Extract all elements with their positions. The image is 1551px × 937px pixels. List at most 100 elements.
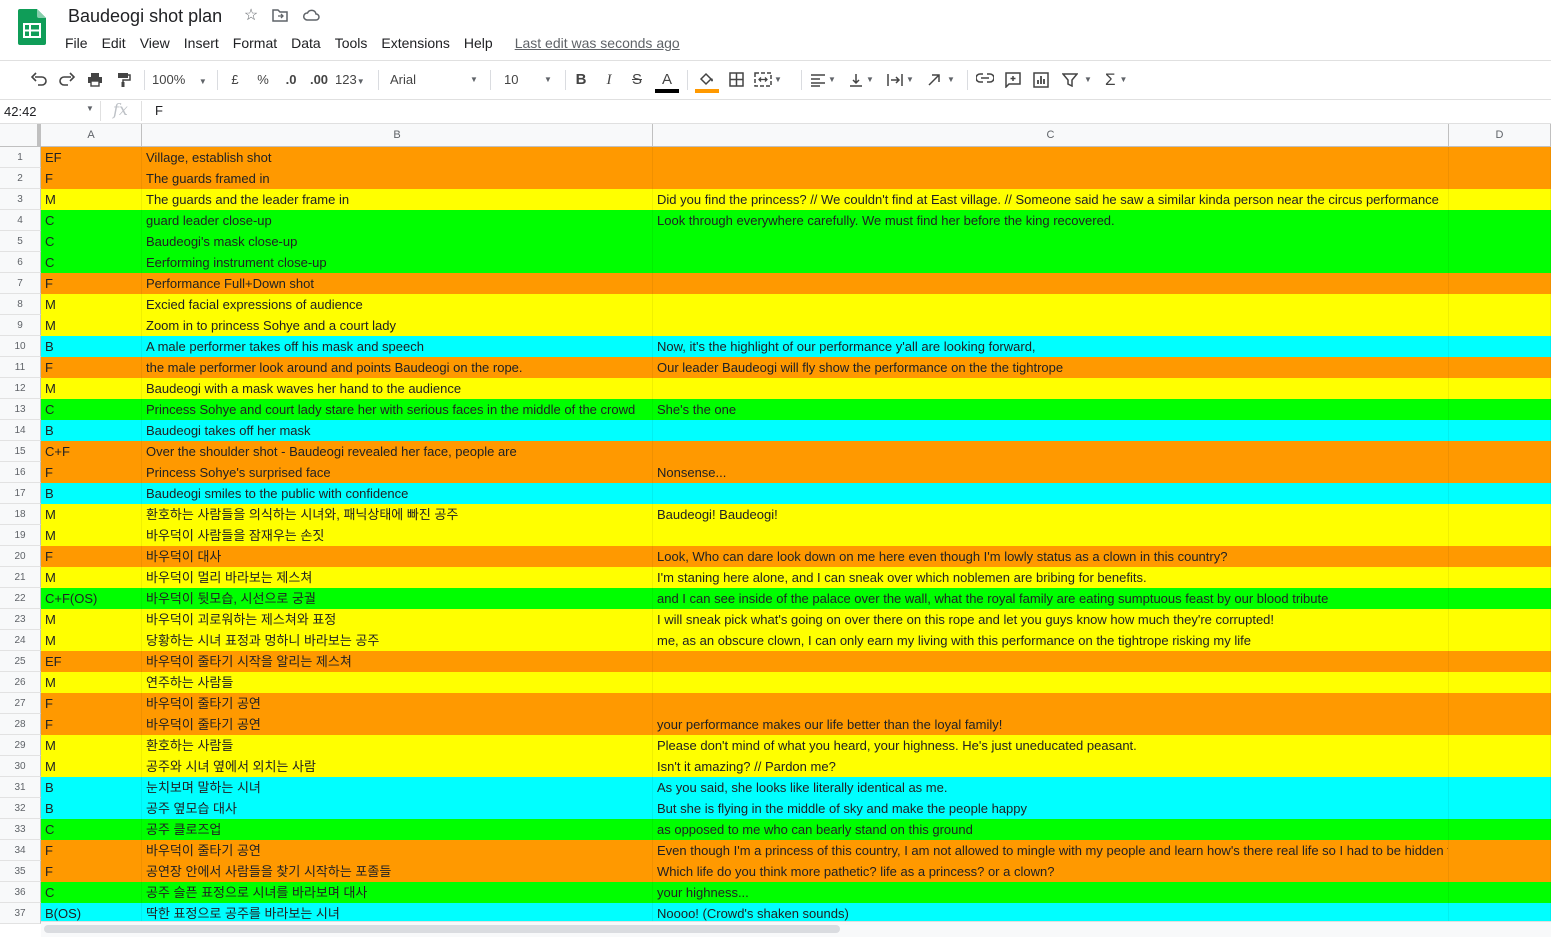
- paint-format-icon[interactable]: [113, 69, 135, 91]
- cell-b[interactable]: Baudeogi with a mask waves her hand to t…: [142, 378, 653, 399]
- cell-a[interactable]: C: [41, 210, 142, 231]
- cell-d[interactable]: [1449, 672, 1551, 693]
- cell-d[interactable]: [1449, 231, 1551, 252]
- bold-button[interactable]: B: [571, 69, 591, 91]
- row-header[interactable]: 20: [0, 546, 41, 567]
- cell-c[interactable]: your highness...: [653, 882, 1449, 903]
- cell-a[interactable]: EF: [41, 651, 142, 672]
- cell-d[interactable]: [1449, 567, 1551, 588]
- cell-b[interactable]: 환호하는 사람들을 의식하는 시녀와, 패닉상태에 빠진 공주: [142, 504, 653, 525]
- decrease-decimal-button[interactable]: .0: [280, 69, 302, 91]
- strikethrough-button[interactable]: S: [627, 69, 647, 91]
- cell-b[interactable]: 연주하는 사람들: [142, 672, 653, 693]
- name-box[interactable]: 42:42: [4, 103, 96, 121]
- text-wrapping-icon[interactable]: ▼: [884, 69, 920, 91]
- cell-a[interactable]: C+F(OS): [41, 588, 142, 609]
- cell-d[interactable]: [1449, 861, 1551, 882]
- cell-c[interactable]: [653, 525, 1449, 546]
- cell-b[interactable]: Zoom in to princess Sohye and a court la…: [142, 315, 653, 336]
- cell-c[interactable]: me, as an obscure clown, I can only earn…: [653, 630, 1449, 651]
- menu-edit[interactable]: Edit: [95, 34, 133, 54]
- row-header[interactable]: 16: [0, 462, 41, 483]
- cell-d[interactable]: [1449, 798, 1551, 819]
- horizontal-align-icon[interactable]: ▼: [808, 69, 842, 91]
- functions-button[interactable]: Σ ▼: [1103, 69, 1139, 91]
- row-header[interactable]: 31: [0, 777, 41, 798]
- cell-d[interactable]: [1449, 714, 1551, 735]
- column-header-a[interactable]: A: [41, 124, 142, 146]
- row-header[interactable]: 35: [0, 861, 41, 882]
- fill-color-icon[interactable]: [695, 69, 719, 93]
- font-family-select[interactable]: Arial ▼: [390, 69, 482, 91]
- cell-b[interactable]: Baudeogi smiles to the public with confi…: [142, 483, 653, 504]
- cell-b[interactable]: 바우덕이 뒷모습, 시선으로 궁궐: [142, 588, 653, 609]
- scrollbar-thumb[interactable]: [44, 925, 840, 933]
- row-header[interactable]: 23: [0, 609, 41, 630]
- cell-c[interactable]: Our leader Baudeogi will fly show the pe…: [653, 357, 1449, 378]
- cell-c[interactable]: [653, 252, 1449, 273]
- cell-a[interactable]: M: [41, 504, 142, 525]
- cell-b[interactable]: Eerforming instrument close-up: [142, 252, 653, 273]
- cell-b[interactable]: guard leader close-up: [142, 210, 653, 231]
- cell-c[interactable]: [653, 147, 1449, 168]
- row-header[interactable]: 14: [0, 420, 41, 441]
- row-header[interactable]: 15: [0, 441, 41, 462]
- row-header[interactable]: 7: [0, 273, 41, 294]
- cell-c[interactable]: She's the one: [653, 399, 1449, 420]
- cell-b[interactable]: The guards framed in: [142, 168, 653, 189]
- cell-b[interactable]: 바우덕이 줄타기 시작을 알리는 제스쳐: [142, 651, 653, 672]
- cell-a[interactable]: M: [41, 672, 142, 693]
- cell-c[interactable]: your performance makes our life better t…: [653, 714, 1449, 735]
- cell-a[interactable]: C: [41, 252, 142, 273]
- horizontal-scrollbar[interactable]: [41, 921, 1551, 937]
- filter-icon[interactable]: ▼: [1060, 69, 1098, 91]
- row-header[interactable]: 5: [0, 231, 41, 252]
- cell-c[interactable]: [653, 315, 1449, 336]
- cell-b[interactable]: Princess Sohye and court lady stare her …: [142, 399, 653, 420]
- cell-a[interactable]: C: [41, 819, 142, 840]
- borders-icon[interactable]: [726, 69, 746, 91]
- cell-a[interactable]: B: [41, 336, 142, 357]
- cell-b[interactable]: A male performer takes off his mask and …: [142, 336, 653, 357]
- cell-a[interactable]: M: [41, 735, 142, 756]
- cell-d[interactable]: [1449, 693, 1551, 714]
- row-header[interactable]: 11: [0, 357, 41, 378]
- column-header-d[interactable]: D: [1449, 124, 1551, 146]
- cell-d[interactable]: [1449, 588, 1551, 609]
- chevron-down-icon[interactable]: ▼: [86, 104, 94, 113]
- document-title[interactable]: Baudeogi shot plan: [68, 6, 222, 27]
- cell-d[interactable]: [1449, 315, 1551, 336]
- cell-c[interactable]: Look through everywhere carefully. We mu…: [653, 210, 1449, 231]
- cell-d[interactable]: [1449, 651, 1551, 672]
- cell-a[interactable]: M: [41, 525, 142, 546]
- cell-c[interactable]: and I can see inside of the palace over …: [653, 588, 1449, 609]
- cell-c[interactable]: Please don't mind of what you heard, you…: [653, 735, 1449, 756]
- row-header[interactable]: 37: [0, 903, 41, 924]
- cell-b[interactable]: Over the shoulder shot - Baudeogi reveal…: [142, 441, 653, 462]
- row-header[interactable]: 13: [0, 399, 41, 420]
- cell-d[interactable]: [1449, 630, 1551, 651]
- cell-c[interactable]: [653, 672, 1449, 693]
- cell-d[interactable]: [1449, 147, 1551, 168]
- cell-b[interactable]: 환호하는 사람들: [142, 735, 653, 756]
- row-header[interactable]: 33: [0, 819, 41, 840]
- cell-a[interactable]: C: [41, 882, 142, 903]
- row-header[interactable]: 28: [0, 714, 41, 735]
- cell-c[interactable]: [653, 651, 1449, 672]
- cell-c[interactable]: [653, 441, 1449, 462]
- cell-d[interactable]: [1449, 357, 1551, 378]
- currency-format-button[interactable]: £: [225, 69, 245, 91]
- cell-b[interactable]: Excied facial expressions of audience: [142, 294, 653, 315]
- cell-c[interactable]: [653, 168, 1449, 189]
- cell-a[interactable]: C: [41, 231, 142, 252]
- row-header[interactable]: 12: [0, 378, 41, 399]
- cell-c[interactable]: Isn't it amazing? // Pardon me?: [653, 756, 1449, 777]
- cell-c[interactable]: Now, it's the highlight of our performan…: [653, 336, 1449, 357]
- cell-b[interactable]: 공주 클로즈업: [142, 819, 653, 840]
- cell-d[interactable]: [1449, 546, 1551, 567]
- cell-d[interactable]: [1449, 294, 1551, 315]
- star-icon[interactable]: ☆: [242, 7, 260, 25]
- cell-d[interactable]: [1449, 441, 1551, 462]
- cell-c[interactable]: As you said, she looks like literally id…: [653, 777, 1449, 798]
- italic-button[interactable]: I: [599, 69, 619, 91]
